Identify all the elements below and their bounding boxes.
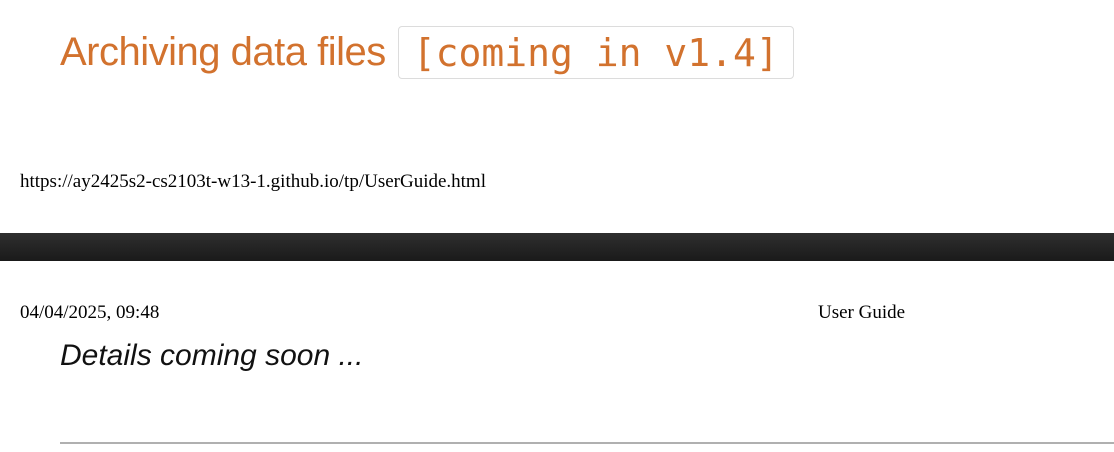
details-coming-soon: Details coming soon ... bbox=[60, 339, 364, 372]
print-header-datetime: 04/04/2025, 09:48 bbox=[20, 302, 160, 323]
section-heading-text: Archiving data files bbox=[60, 29, 386, 74]
print-header-title: User Guide bbox=[818, 302, 906, 323]
horizontal-divider bbox=[60, 442, 1114, 444]
section-heading: Archiving data files [coming in v1.4] bbox=[60, 24, 794, 80]
page-upper: Archiving data files [coming in v1.4] ht… bbox=[0, 0, 1114, 233]
page-break-band bbox=[0, 233, 1114, 261]
version-tag-code: [coming in v1.4] bbox=[397, 25, 794, 79]
print-footer-url: https://ay2425s2-cs2103t-w13-1.github.io… bbox=[20, 171, 486, 192]
